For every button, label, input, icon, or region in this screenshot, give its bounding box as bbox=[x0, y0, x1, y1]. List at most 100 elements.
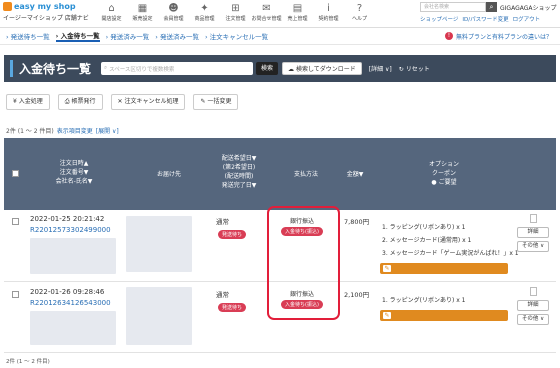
download-button[interactable]: ☁ 検索してダウンロード bbox=[282, 62, 362, 75]
top-right: 会社名検索 ⌕ GIGAGAGAショップ ショップページ ID/パスワード変更 … bbox=[420, 0, 560, 23]
comment-icon: ● bbox=[431, 179, 437, 186]
top-links: ショップページ ID/パスワード変更 ログアウト bbox=[420, 15, 560, 23]
pencil-icon: ✎ bbox=[383, 312, 391, 319]
highlight-annotation bbox=[267, 206, 340, 320]
printer-icon: ⎙ bbox=[64, 98, 70, 105]
search-icon: ⌕ bbox=[104, 65, 108, 71]
help-icon: ? bbox=[356, 3, 363, 14]
top-nav: ⌂ 開店設定 ▦ 販売設定 ☻ 会員管理 ✦ 商品管理 ⊞ 注文管理 ✉ お問合せ管理 ▤ 売… bbox=[96, 0, 375, 22]
nav-item-open[interactable]: ⌂ 開店設定 bbox=[96, 0, 127, 22]
option-line: 2. メッセージカード(通常用) x 1 bbox=[382, 237, 472, 244]
nav-item-sales[interactable]: ▦ 販売設定 bbox=[127, 0, 158, 22]
tab-cancelled[interactable]: › 注文キャンセル一覧 bbox=[205, 31, 268, 41]
order-id-link[interactable]: R22012634126543000 bbox=[30, 299, 111, 307]
column-settings-link[interactable]: 表示項目変更 bbox=[57, 128, 93, 135]
order-date: 2022-01-26 09:28:46 bbox=[30, 288, 105, 296]
order-amount: 7,800円 bbox=[344, 218, 370, 226]
logo-sub: イージーマイショップ 店舗ナビ bbox=[3, 15, 89, 22]
status-badge: 発送待ち bbox=[218, 303, 247, 312]
mail-icon: ✉ bbox=[262, 3, 271, 14]
shipping-type: 通常 bbox=[216, 218, 229, 226]
order-search-input[interactable]: ⌕ スペース区切りで複数検索 bbox=[101, 62, 253, 75]
more-button[interactable]: その他 ∨ bbox=[517, 314, 549, 325]
nav-item-members[interactable]: ☻ 会員管理 bbox=[158, 0, 189, 22]
calc-icon: ▤ bbox=[292, 3, 303, 14]
print-forms-button[interactable]: ⎙ 帳票発行 bbox=[57, 94, 103, 110]
home-icon: ⌂ bbox=[108, 3, 115, 14]
order-id-link[interactable]: R22012573302499000 bbox=[30, 226, 111, 234]
shop-page-link[interactable]: ショップページ bbox=[420, 15, 458, 23]
tab-shipped-2[interactable]: › 発送済み一覧 bbox=[155, 31, 199, 41]
row-checkbox[interactable] bbox=[12, 218, 19, 225]
result-count: 2件 (1 ～ 2 件目) 表示項目変更 [展開 ∨] bbox=[6, 128, 119, 135]
option-line: 1. ラッピング(リボンあり) x 1 bbox=[382, 297, 466, 304]
alert-icon: ! bbox=[444, 32, 453, 40]
redacted-address bbox=[126, 216, 192, 272]
shop-icon: ▦ bbox=[137, 3, 148, 14]
memo-checkbox[interactable] bbox=[530, 287, 537, 296]
detail-button[interactable]: 詳細 bbox=[517, 300, 549, 311]
pencil-icon: ✎ bbox=[200, 98, 206, 105]
logo-icon bbox=[3, 2, 12, 11]
nav-item-help[interactable]: ? ヘルプ bbox=[344, 0, 375, 22]
detail-button[interactable]: 詳細 bbox=[517, 227, 549, 238]
select-all-checkbox[interactable] bbox=[12, 170, 19, 177]
col-order[interactable]: 注文日時▲ 注文番号▼ 会社名-氏名▼ bbox=[44, 159, 104, 186]
page-header: 入金待ち一覧 ⌕ スペース区切りで複数検索 検索 ☁ 検索してダウンロード [詳細… bbox=[4, 55, 556, 82]
option-line: 1. ラッピング(リボンあり) x 1 bbox=[382, 224, 466, 231]
bulk-change-button[interactable]: ✎ 一括変更 bbox=[193, 94, 239, 110]
search-button[interactable]: 検索 bbox=[256, 62, 279, 75]
shipping-type: 通常 bbox=[216, 291, 229, 299]
nav-item-orders[interactable]: ⊞ 注文管理 bbox=[220, 0, 251, 22]
memo-checkbox[interactable] bbox=[530, 214, 537, 223]
tab-payment-wait[interactable]: › 入金待ち一覧 bbox=[55, 30, 100, 42]
company-search-input[interactable]: 会社名検索 bbox=[420, 2, 486, 12]
header-accent bbox=[10, 60, 13, 77]
search-icon[interactable]: ⌕ bbox=[486, 2, 497, 12]
logout-link[interactable]: ログアウト bbox=[513, 15, 541, 23]
reset-icon: ↻ bbox=[398, 66, 404, 73]
cart-icon: ⊞ bbox=[231, 3, 240, 14]
page-title: 入金待ち一覧 bbox=[19, 62, 92, 76]
yen-icon: ¥ bbox=[13, 98, 17, 105]
redacted-customer bbox=[30, 311, 116, 345]
redacted-address bbox=[126, 287, 192, 345]
nav-item-revenue[interactable]: ▤ 売上管理 bbox=[282, 0, 313, 22]
logo[interactable]: easy my shop イージーマイショップ 店舗ナビ bbox=[0, 0, 96, 22]
col-amount[interactable]: 金額▼ bbox=[337, 170, 373, 179]
order-date: 2022-01-25 20:21:42 bbox=[30, 215, 105, 223]
payment-process-button[interactable]: ¥ 入金処理 bbox=[6, 94, 50, 110]
logo-brand: easy my shop bbox=[14, 2, 76, 11]
option-line: 3. メッセージカード「ゲーム実況がんばれ！」x 1 bbox=[382, 250, 519, 257]
action-bar: ¥ 入金処理 ⎙ 帳票発行 ✕ 注文キャンセル処理 ✎ 一括変更 bbox=[6, 94, 239, 110]
nav-item-products[interactable]: ✦ 商品管理 bbox=[189, 0, 220, 22]
memo-edit-bar[interactable]: ✎ bbox=[380, 263, 508, 274]
top-bar: easy my shop イージーマイショップ 店舗ナビ ⌂ 開店設定 ▦ 販売設定… bbox=[0, 0, 560, 28]
status-badge: 発送待ち bbox=[218, 230, 247, 239]
table-header: 注文日時▲ 注文番号▼ 会社名-氏名▼ お届け先 配送希望日▼ (第2希望日) (配送時… bbox=[4, 138, 556, 210]
more-button[interactable]: その他 ∨ bbox=[517, 241, 549, 252]
memo-edit-bar[interactable]: ✎ bbox=[380, 310, 508, 321]
row-checkbox[interactable] bbox=[12, 291, 19, 298]
redacted-customer bbox=[30, 238, 116, 274]
plan-notice-link[interactable]: ! 無料プランと有料プランの違いは？ bbox=[444, 32, 560, 41]
order-amount: 2,100円 bbox=[344, 291, 370, 299]
reset-link[interactable]: ↻ リセット bbox=[399, 64, 430, 73]
users-icon: ☻ bbox=[168, 3, 179, 14]
company-search: 会社名検索 ⌕ GIGAGAGAショップ bbox=[420, 2, 560, 12]
cloud-download-icon: ☁ bbox=[288, 66, 295, 73]
col-payment: 支払方法 bbox=[293, 171, 318, 178]
close-icon: ✕ bbox=[117, 98, 123, 105]
expand-toggle[interactable]: [展開 ∨] bbox=[96, 128, 119, 135]
password-link[interactable]: ID/パスワード変更 bbox=[462, 15, 508, 23]
detail-toggle[interactable]: [詳細 ∨] bbox=[369, 64, 392, 73]
col-options: オプション クーポン ● ご要望 bbox=[428, 161, 459, 186]
tab-shipped[interactable]: › 発送済み一覧 bbox=[106, 31, 150, 41]
result-count-footer: 2件 (1 ～ 2 件目) bbox=[6, 359, 50, 365]
cancel-order-button[interactable]: ✕ 注文キャンセル処理 bbox=[110, 94, 186, 110]
tab-shipping-wait[interactable]: › 発送待ち一覧 bbox=[6, 31, 50, 41]
col-delivery[interactable]: 配送希望日▼ (第2希望日) (配送時間) 発送完了日▼ bbox=[209, 154, 269, 190]
nav-item-contract[interactable]: i 契約管理 bbox=[313, 0, 344, 22]
shop-name: GIGAGAGAショップ bbox=[500, 4, 557, 12]
nav-item-inquiries[interactable]: ✉ お問合せ管理 bbox=[251, 0, 282, 22]
